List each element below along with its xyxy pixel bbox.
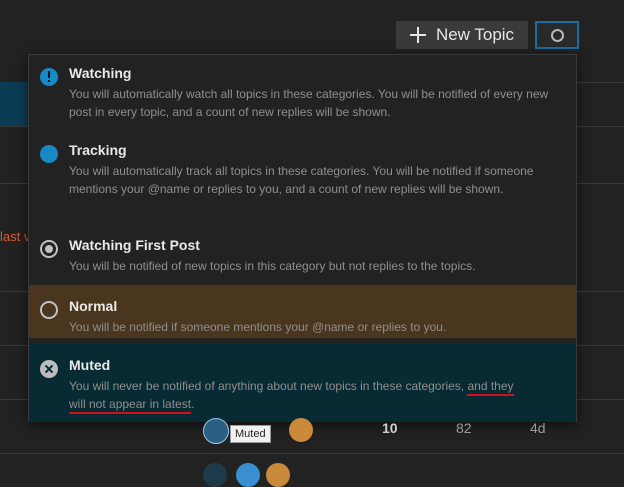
- option-normal[interactable]: Normal You will be notified if someone m…: [29, 285, 576, 338]
- tooltip: Muted: [230, 425, 271, 443]
- avatar[interactable]: [236, 463, 260, 487]
- option-title: Muted: [69, 357, 111, 373]
- avatar[interactable]: [289, 418, 313, 442]
- avatar[interactable]: [203, 463, 227, 487]
- description-text: .: [191, 397, 195, 411]
- notification-level-button[interactable]: [535, 21, 579, 49]
- exclamation-circle-icon: [40, 68, 58, 86]
- times-circle-icon: [40, 360, 58, 378]
- option-watching[interactable]: Watching You will automatically watch al…: [29, 65, 576, 121]
- notification-level-dropdown: Watching You will automatically watch al…: [28, 54, 577, 422]
- description-text: You will never be notified of anything a…: [69, 379, 468, 393]
- option-description: You will be notified if someone mentions…: [69, 320, 447, 334]
- option-tracking[interactable]: Tracking You will automatically track al…: [29, 142, 576, 198]
- filled-circle-icon: [40, 145, 58, 163]
- circle-outline-icon: [550, 28, 564, 42]
- option-title: Tracking: [69, 142, 127, 158]
- option-description: You will never be notified of anything a…: [69, 377, 576, 414]
- dot-circle-icon: [40, 240, 58, 258]
- partial-text: last v: [0, 229, 31, 244]
- circle-outline-icon: [40, 301, 58, 319]
- option-title: Watching: [69, 65, 132, 81]
- avatar[interactable]: [266, 463, 290, 487]
- option-description: You will automatically watch all topics …: [69, 87, 549, 119]
- divider: [0, 453, 624, 454]
- plus-icon: [409, 27, 426, 43]
- option-title: Watching First Post: [69, 237, 200, 253]
- option-title: Normal: [69, 298, 118, 314]
- activity-age[interactable]: 4d: [530, 420, 546, 436]
- views-count: 82: [456, 420, 472, 436]
- new-topic-button[interactable]: New Topic: [396, 21, 528, 49]
- avatar[interactable]: [203, 418, 229, 444]
- replies-count: 10: [382, 420, 398, 436]
- underlined-text: will not appear in latest: [69, 397, 192, 414]
- new-topic-label: New Topic: [435, 25, 515, 44]
- option-description: You will automatically track all topics …: [69, 164, 534, 196]
- underlined-text: and they: [467, 379, 514, 396]
- option-description: You will be notified of new topics in th…: [69, 259, 476, 273]
- option-muted[interactable]: Muted You will never be notified of anyt…: [29, 344, 576, 422]
- option-watching-first-post[interactable]: Watching First Post You will be notified…: [29, 237, 576, 275]
